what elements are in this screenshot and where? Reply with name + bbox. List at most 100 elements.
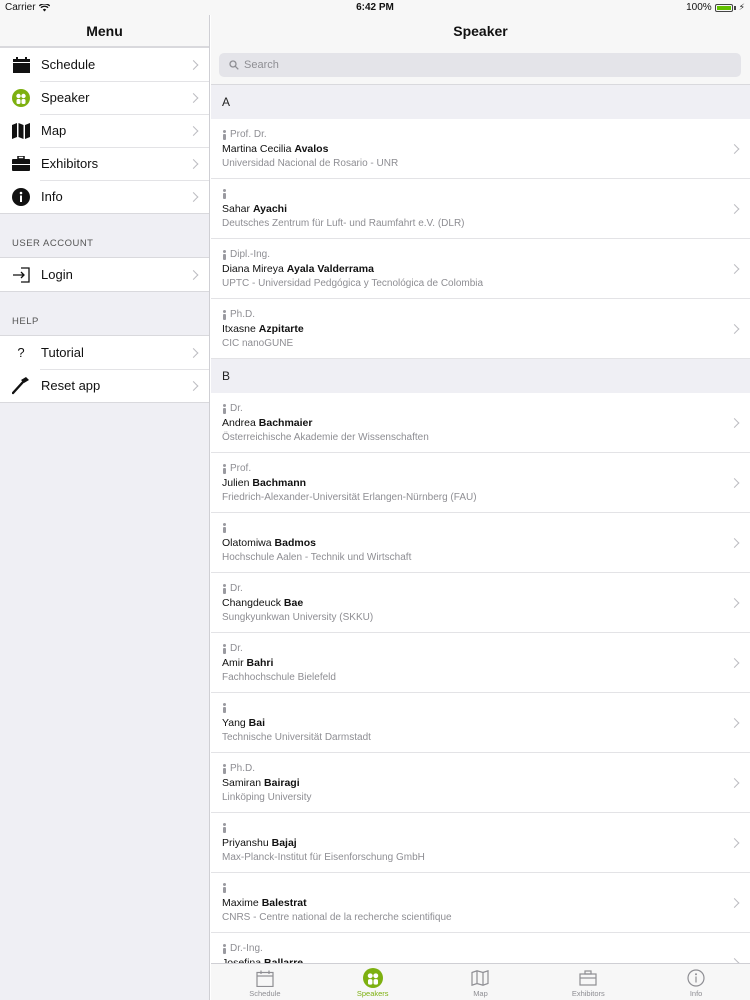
chevron-right-icon	[729, 417, 740, 428]
speaker-name: Yang Bai	[222, 717, 265, 729]
map-icon	[12, 122, 30, 140]
speaker-last-name: Ayala Valderrama	[286, 263, 374, 275]
speaker-organization: Universidad Nacional de Rosario - UNR	[222, 158, 399, 169]
battery-percent: 100%	[686, 2, 712, 13]
speaker-last-name: Ayachi	[252, 203, 287, 215]
speaker-row[interactable]: Dipl.-Ing. Diana Mireya Ayala Valderrama U…	[211, 239, 750, 299]
sidebar-item-exhibitors[interactable]: Exhibitors	[0, 147, 209, 180]
speaker-last-name: Balestrat	[261, 897, 307, 909]
speaker-icon	[362, 968, 383, 988]
tab-label: Info	[689, 989, 703, 998]
chevron-right-icon	[188, 269, 199, 280]
speaker-row[interactable]: Maxime Balestrat CNRS - Centre national d…	[211, 873, 750, 933]
clock: 6:42 PM	[356, 2, 394, 13]
charging-icon: ⚡	[738, 2, 745, 12]
person-icon	[222, 403, 227, 414]
speaker-title-line: Dipl.-Ing.	[222, 249, 270, 260]
speaker-organization: Linköping University	[222, 792, 312, 803]
speaker-organization: Technische Universität Darmstadt	[222, 732, 371, 743]
tab-speakers[interactable]: Speakers	[319, 964, 427, 1000]
speaker-row[interactable]: Yang Bai Technische Universität Darmstadt	[211, 693, 750, 753]
sidebar-menu: Menu Schedule Speaker Map Exhibitors Inf…	[0, 15, 210, 1000]
speaker-title-line: Dr.	[222, 583, 243, 594]
chevron-right-icon	[729, 143, 740, 154]
chevron-right-icon	[729, 657, 740, 668]
speaker-row[interactable]: Ph.D. Samiran Bairagi Linköping University	[211, 753, 750, 813]
speaker-last-name: Bajaj	[271, 837, 297, 849]
speaker-last-name: Bachmaier	[258, 417, 313, 429]
speaker-first-name: Samiran	[222, 777, 262, 789]
speaker-row[interactable]: Sahar Ayachi Deutsches Zentrum für Luft- …	[211, 179, 750, 239]
speaker-row[interactable]: Olatomiwa Badmos Hochschule Aalen - Techn…	[211, 513, 750, 573]
chevron-right-icon	[729, 717, 740, 728]
speaker-organization: CIC nanoGUNE	[222, 338, 294, 349]
speaker-first-name: Priyanshu	[222, 837, 269, 849]
sidebar-item-login[interactable]: Login	[0, 258, 209, 291]
speaker-name: Amir Bahri	[222, 657, 273, 669]
speaker-name: Samiran Bairagi	[222, 777, 300, 789]
speaker-last-name: Bai	[248, 717, 266, 729]
tab-exhibitors[interactable]: Exhibitors	[534, 964, 642, 1000]
speaker-first-name: Martina Cecilia	[222, 143, 292, 155]
search-input[interactable]	[244, 59, 644, 71]
speaker-title: Dr.	[230, 643, 243, 654]
speaker-organization: Sungkyunkwan University (SKKU)	[222, 612, 374, 623]
tab-schedule[interactable]: Schedule	[211, 964, 319, 1000]
speaker-title-line: Prof. Dr.	[222, 129, 267, 140]
speaker-row[interactable]: Prof. Julien Bachmann Friedrich-Alexander-…	[211, 453, 750, 513]
chevron-right-icon	[729, 537, 740, 548]
speaker-icon	[12, 88, 30, 107]
speaker-title: Dipl.-Ing.	[230, 249, 271, 260]
speaker-title-line: Dr.-Ing.	[222, 943, 263, 954]
speaker-last-name: Avalos	[294, 143, 329, 155]
tab-label: Schedule	[249, 989, 281, 998]
tab-label: Map	[473, 989, 488, 998]
briefcase-icon	[12, 155, 30, 173]
speaker-row[interactable]: Ph.D. Itxasne Azpitarte CIC nanoGUNE	[211, 299, 750, 359]
speaker-name: Andrea Bachmaier	[222, 417, 312, 429]
tab-bar: Schedule Speakers Map Exhibitors Info	[211, 963, 750, 1000]
speaker-name: Olatomiwa Badmos	[222, 537, 316, 549]
speaker-row[interactable]: Prof. Dr. Martina Cecilia Avalos Universid…	[211, 119, 750, 179]
sidebar-item-info[interactable]: Info	[0, 180, 209, 213]
search-bar	[211, 47, 750, 85]
chevron-right-icon	[729, 777, 740, 788]
info-icon	[686, 968, 706, 988]
sidebar-item-map[interactable]: Map	[0, 114, 209, 147]
page-title: Speaker	[211, 15, 750, 47]
speaker-row[interactable]: Dr.-Ing. Josefina Ballarre	[211, 933, 750, 963]
speaker-row[interactable]: Dr. Andrea Bachmaier Österreichische Akade…	[211, 393, 750, 453]
tab-map[interactable]: Map	[427, 964, 535, 1000]
speaker-list[interactable]: A Prof. Dr. Martina Cecilia Avalos Universi…	[211, 85, 750, 963]
hammer-icon	[12, 376, 30, 395]
search-field[interactable]	[219, 53, 741, 77]
speaker-organization: Österreichische Akademie der Wissenschaf…	[222, 432, 429, 443]
sidebar-item-tutorial[interactable]: ? Tutorial	[0, 336, 209, 369]
speaker-title-line: Prof.	[222, 463, 251, 474]
speaker-row[interactable]: Dr. Changdeuck Bae Sungkyunkwan University…	[211, 573, 750, 633]
sidebar-item-reset-app[interactable]: Reset app	[0, 369, 209, 402]
person-icon	[222, 823, 227, 833]
tab-info[interactable]: Info	[642, 964, 750, 1000]
sidebar-item-label: Speaker	[41, 90, 90, 105]
speaker-organization: Max-Planck-Institut für Eisenforschung G…	[222, 852, 425, 863]
tab-label: Exhibitors	[571, 989, 605, 998]
main-menu-group: Schedule Speaker Map Exhibitors Info	[0, 47, 209, 214]
speaker-row[interactable]: Priyanshu Bajaj Max-Planck-Institut für E…	[211, 813, 750, 873]
sidebar-item-speaker[interactable]: Speaker	[0, 81, 209, 114]
person-icon	[222, 249, 227, 260]
speaker-name: Maxime Balestrat	[222, 897, 307, 909]
speaker-first-name: Olatomiwa	[222, 537, 272, 549]
person-icon	[222, 703, 227, 713]
section-header-letter: A	[211, 85, 750, 119]
person-icon	[222, 643, 227, 654]
sidebar-item-schedule[interactable]: Schedule	[0, 48, 209, 81]
person-icon	[222, 463, 227, 474]
person-icon	[222, 883, 227, 893]
speaker-row[interactable]: Dr. Amir Bahri Fachhochschule Bielefeld	[211, 633, 750, 693]
battery-icon	[714, 3, 733, 12]
calendar-icon	[255, 968, 275, 988]
speaker-organization: Deutsches Zentrum für Luft- und Raumfahr…	[222, 218, 465, 229]
login-icon	[12, 266, 30, 284]
speaker-first-name: Diana Mireya	[222, 263, 284, 275]
